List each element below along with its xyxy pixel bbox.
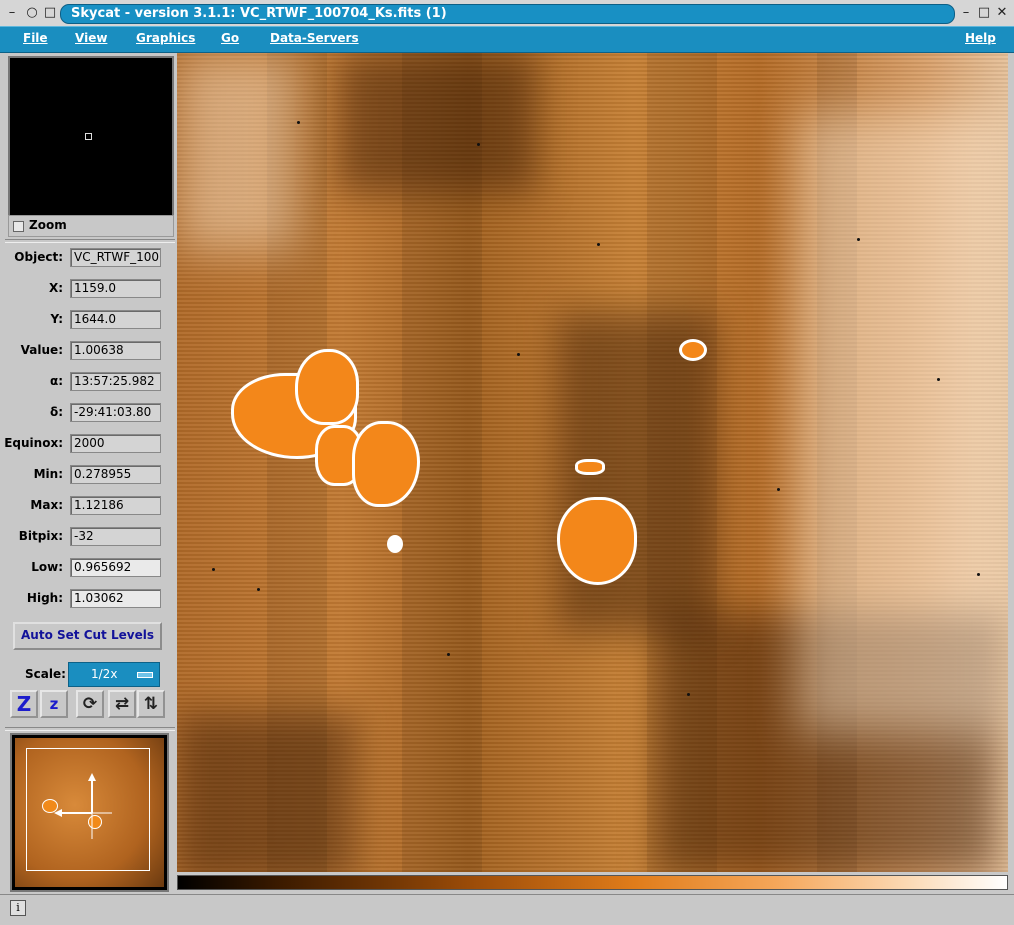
zoom-out-button[interactable]: z <box>40 690 68 718</box>
low-label: Low: <box>31 560 63 574</box>
image-canvas[interactable] <box>177 53 1008 872</box>
close-icon[interactable]: ✕ <box>994 5 1010 21</box>
menu-help[interactable]: Help <box>965 31 996 45</box>
star <box>687 693 690 696</box>
menu-view[interactable]: View <box>75 31 107 45</box>
menu-bar: File View Graphics Go Data-Servers Help <box>0 26 1014 53</box>
menu-go[interactable]: Go <box>221 31 239 45</box>
zoom-in-icon: Z <box>16 692 32 716</box>
y-value: 1644.0 <box>70 310 161 329</box>
scale-value: 1/2x <box>91 667 118 681</box>
rotate-icon: ⟳ <box>82 694 98 714</box>
menu-file[interactable]: File <box>23 31 48 45</box>
zoom-checkbox[interactable] <box>13 221 24 232</box>
colorbar[interactable] <box>177 875 1008 890</box>
divider <box>5 239 175 243</box>
divider <box>5 727 175 731</box>
star <box>857 238 860 241</box>
pan-viewport-frame[interactable] <box>26 748 150 871</box>
star <box>937 378 940 381</box>
window-menu-icon[interactable]: – <box>4 5 20 21</box>
star <box>297 121 300 124</box>
masked-object <box>387 535 403 553</box>
masked-object <box>295 349 359 425</box>
star <box>517 353 520 356</box>
low-cut-input[interactable]: 0.965692 <box>70 558 161 577</box>
ra-value: 13:57:25.982 <box>70 372 161 391</box>
dark-region <box>177 713 357 872</box>
bright-region <box>797 113 1007 733</box>
value-label: Value: <box>20 343 63 357</box>
dark-region <box>337 53 537 193</box>
flip-y-icon: ⇅ <box>143 694 159 714</box>
scale-select[interactable]: 1/2x <box>68 662 160 687</box>
menu-data-servers[interactable]: Data-Servers <box>270 31 359 45</box>
high-label: High: <box>26 591 63 605</box>
window-title: Skycat - version 3.1.1: VC_RTWF_100704_K… <box>71 6 447 21</box>
menu-graphics[interactable]: Graphics <box>136 31 195 45</box>
x-value: 1159.0 <box>70 279 161 298</box>
y-label: Y: <box>50 312 63 326</box>
x-label: X: <box>48 281 63 295</box>
star <box>777 488 780 491</box>
min-label: Min: <box>33 467 63 481</box>
flip-x-button[interactable]: ⇄ <box>108 690 136 718</box>
masked-object <box>575 459 605 475</box>
zoom-label: Zoom <box>29 218 67 232</box>
bitpix-value: -32 <box>70 527 161 546</box>
star <box>977 573 980 576</box>
window-shade-icon[interactable]: □ <box>42 5 58 21</box>
star <box>447 653 450 656</box>
rotate-button[interactable]: ⟳ <box>76 690 104 718</box>
object-label: Object: <box>14 250 63 264</box>
min-value: 0.278955 <box>70 465 161 484</box>
info-icon[interactable]: i <box>10 900 26 916</box>
window-title-bar[interactable]: Skycat - version 3.1.1: VC_RTWF_100704_K… <box>60 4 955 24</box>
window-sticky-icon[interactable]: ○ <box>24 5 40 21</box>
auto-set-cut-levels-button[interactable]: Auto Set Cut Levels <box>13 622 162 650</box>
max-value: 1.12186 <box>70 496 161 515</box>
dec-value: -29:41:03.80 <box>70 403 161 422</box>
zoom-out-icon: z <box>49 695 59 713</box>
object-value: VC_RTWF_100704_Ks <box>70 248 161 267</box>
zoom-cursor-icon <box>85 133 92 140</box>
pan-window[interactable] <box>10 733 169 892</box>
status-bar: i <box>0 894 1014 925</box>
equinox-label: Equinox: <box>4 436 63 450</box>
high-cut-input[interactable]: 1.03062 <box>70 589 161 608</box>
masked-object <box>679 339 707 361</box>
masked-object <box>557 497 637 585</box>
star <box>257 588 260 591</box>
bitpix-label: Bitpix: <box>18 529 63 543</box>
zoom-window <box>8 56 174 217</box>
star <box>597 243 600 246</box>
maximize-icon[interactable]: □ <box>976 5 992 21</box>
minimize-icon[interactable]: – <box>958 5 974 21</box>
max-label: Max: <box>30 498 63 512</box>
star <box>477 143 480 146</box>
pixel-value: 1.00638 <box>70 341 161 360</box>
ra-label: α: <box>49 374 63 388</box>
bright-region <box>177 53 297 253</box>
scale-label: Scale: <box>25 667 66 681</box>
window-titlebar: – ○ □ Skycat - version 3.1.1: VC_RTWF_10… <box>0 0 1014 27</box>
dec-label: δ: <box>49 405 63 419</box>
flip-y-button[interactable]: ⇅ <box>137 690 165 718</box>
equinox-value: 2000 <box>70 434 161 453</box>
zoom-in-button[interactable]: Z <box>10 690 38 718</box>
control-panel: Zoom Object: VC_RTWF_100704_Ks X: 1159.0… <box>4 53 175 892</box>
flip-x-icon: ⇄ <box>114 694 130 714</box>
option-menu-indicator-icon <box>137 672 153 678</box>
star <box>212 568 215 571</box>
zoom-toggle[interactable]: Zoom <box>8 215 174 237</box>
